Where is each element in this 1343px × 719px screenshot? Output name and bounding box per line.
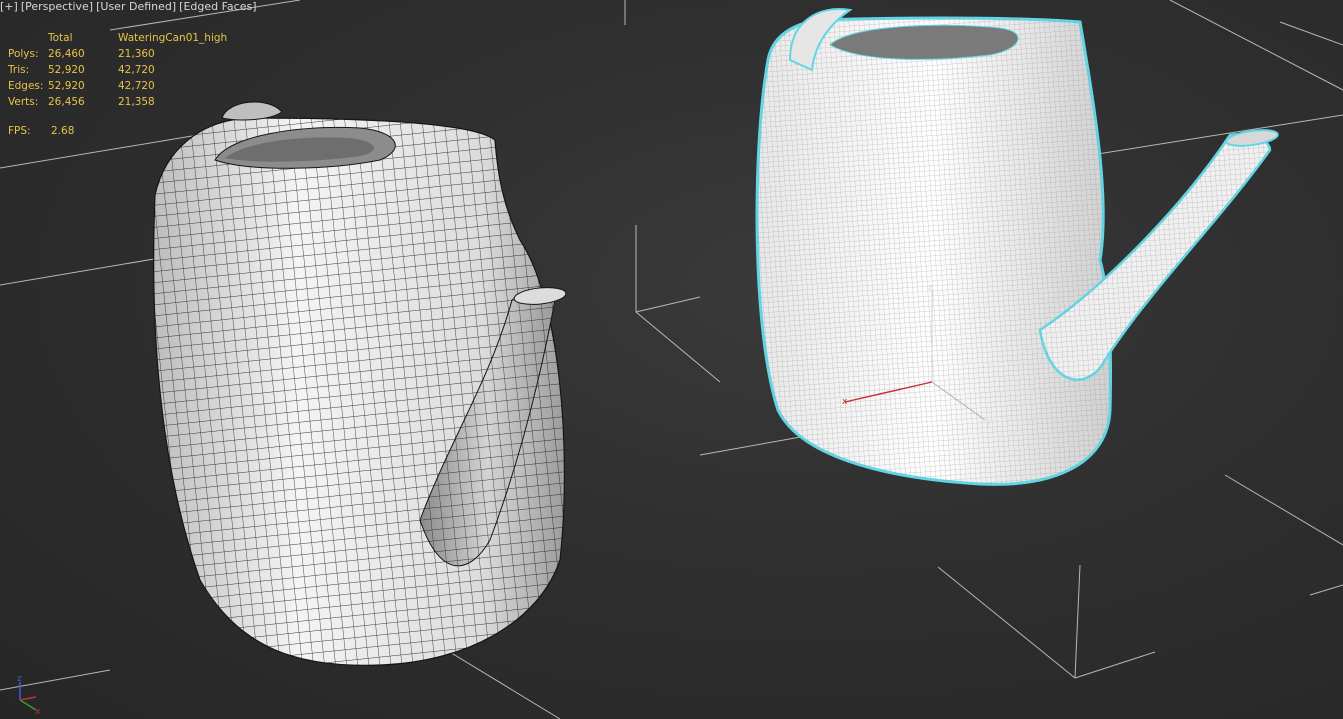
- stats-label: Verts:: [8, 96, 39, 108]
- gizmo-y-label: y: [986, 417, 992, 427]
- stats-object: 21,358: [118, 96, 155, 108]
- fps-value: 2.68: [51, 125, 75, 137]
- stats-object: 21,360: [118, 48, 155, 60]
- stats-row-tris: Tris: 52,920 42,720: [8, 62, 238, 78]
- perspective-viewport[interactable]: z x y z x [+] [Perspective] [User Define…: [0, 0, 1343, 719]
- viewport-menu-edged-faces[interactable]: [Edged Faces]: [179, 0, 256, 14]
- watering-can-left[interactable]: [153, 101, 567, 666]
- viewport-menu-point-of-view[interactable]: [Perspective]: [21, 0, 93, 14]
- gizmo-x-label: x: [842, 397, 848, 407]
- stats-row-verts: Verts: 26,456 21,358: [8, 94, 238, 110]
- viewport-menu-plus[interactable]: [+]: [0, 0, 18, 14]
- watering-can-right-selected[interactable]: [755, 8, 1279, 486]
- gizmo-z-label: z: [928, 283, 933, 293]
- stats-label: Polys:: [8, 48, 39, 60]
- stats-row-polys: Polys: 26,460 21,360: [8, 46, 238, 62]
- stats-total: 26,460: [48, 48, 85, 60]
- tripod-x-label: x: [35, 707, 41, 717]
- fps-label: FPS:: [8, 125, 31, 137]
- scene-statistics: Total WateringCan01_high Polys: 26,460 2…: [8, 30, 238, 110]
- fps-readout: FPS: 2.68: [8, 125, 74, 137]
- stats-object: 42,720: [118, 64, 155, 76]
- stats-total: 52,920: [48, 64, 85, 76]
- viewport-label-menu: [+] [Perspective] [User Defined] [Edged …: [0, 0, 257, 14]
- stats-label: Edges:: [8, 80, 44, 92]
- stats-label: Tris:: [8, 64, 30, 76]
- view-axis-tripod: z x: [17, 674, 41, 717]
- stats-object: 42,720: [118, 80, 155, 92]
- stats-header-row: Total WateringCan01_high: [8, 30, 238, 46]
- stats-total: 26,456: [48, 96, 85, 108]
- tripod-z-label: z: [17, 674, 22, 684]
- stats-row-edges: Edges: 52,920 42,720: [8, 78, 238, 94]
- stats-header-object: WateringCan01_high: [118, 32, 228, 44]
- viewport-menu-shading-user-defined[interactable]: [User Defined]: [96, 0, 176, 14]
- stats-total: 52,920: [48, 80, 85, 92]
- stats-header-total: Total: [48, 32, 73, 44]
